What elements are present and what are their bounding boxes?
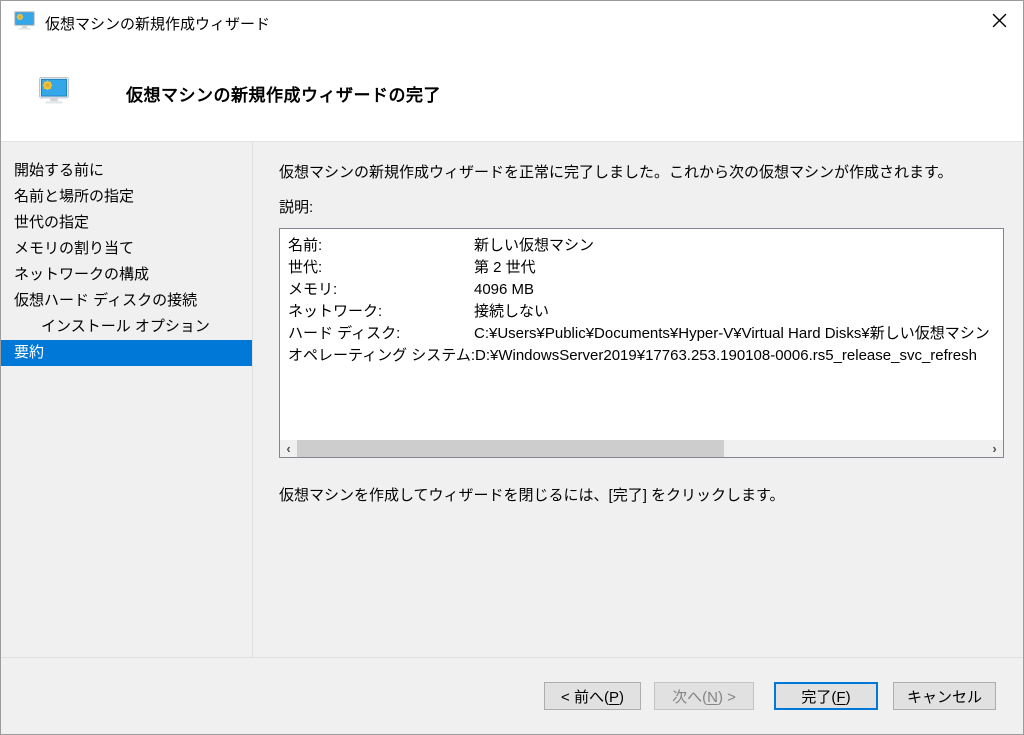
footer-button-bar: < 前へ(P) 次へ(N) > 完了(F) キャンセル	[1, 658, 1023, 734]
summary-value: 接続しない	[474, 303, 550, 320]
cancel-button[interactable]: キャンセル	[893, 682, 996, 710]
summary-row-hard-disk: ハード ディスク: C:¥Users¥Public¥Documents¥Hype…	[288, 323, 1003, 345]
summary-label: 名前:	[288, 237, 323, 254]
hyperv-monitor-icon	[14, 11, 35, 35]
summary-label: オペレーティング システム:	[288, 347, 475, 364]
previous-button[interactable]: < 前へ(P)	[544, 682, 641, 710]
completion-message: 仮想マシンの新規作成ウィザードを正常に完了しました。これから次の仮想マシンが作成…	[279, 164, 953, 181]
finish-button[interactable]: 完了(F)	[774, 682, 878, 710]
sidebar-item-summary[interactable]: 要約	[1, 340, 252, 366]
summary-row-generation: 世代: 第 2 世代	[288, 257, 1003, 279]
summary-value: 第 2 世代	[474, 259, 536, 276]
page-title: 仮想マシンの新規作成ウィザードの完了	[126, 85, 441, 105]
titlebar: 仮想マシンの新規作成ウィザード	[1, 1, 1023, 45]
summary-row-memory: メモリ: 4096 MB	[288, 279, 1003, 301]
close-icon	[992, 13, 1007, 31]
scroll-left-icon[interactable]: ‹	[280, 440, 297, 457]
summary-page: 仮想マシンの新規作成ウィザードを正常に完了しました。これから次の仮想マシンが作成…	[253, 142, 1023, 657]
description-label: 説明:	[279, 199, 314, 216]
hyperv-monitor-icon	[39, 77, 69, 109]
sidebar-item-networking[interactable]: ネットワークの構成	[1, 262, 252, 288]
scrollbar-thumb[interactable]	[297, 440, 725, 457]
horizontal-scrollbar[interactable]: ‹ ›	[280, 440, 1003, 457]
summary-rows: 名前: 新しい仮想マシン 世代: 第 2 世代 メモリ: 4096 MB ネット…	[280, 229, 1003, 367]
wizard-body: 開始する前に 名前と場所の指定 世代の指定 メモリの割り当て ネットワークの構成…	[1, 142, 1023, 657]
summary-description-box: 名前: 新しい仮想マシン 世代: 第 2 世代 メモリ: 4096 MB ネット…	[279, 228, 1004, 458]
summary-label: ネットワーク:	[288, 303, 383, 320]
scroll-right-icon[interactable]: ›	[986, 440, 1003, 457]
summary-value: C:¥Users¥Public¥Documents¥Hyper-V¥Virtua…	[474, 325, 990, 342]
summary-label: メモリ:	[288, 281, 338, 298]
wizard-window: 仮想マシンの新規作成ウィザード 仮想マシンの新規作成ウィザードの完了 開始する前…	[0, 0, 1024, 735]
summary-row-name: 名前: 新しい仮想マシン	[288, 235, 1003, 257]
summary-value: D:¥WindowsServer2019¥17763.253.190108-00…	[475, 347, 977, 364]
sidebar-item-virtual-hard-disk[interactable]: 仮想ハード ディスクの接続	[1, 288, 252, 314]
scrollbar-track[interactable]	[297, 440, 986, 457]
close-button[interactable]	[975, 1, 1023, 43]
wizard-header: 仮想マシンの新規作成ウィザードの完了	[1, 45, 1023, 142]
finish-instruction: 仮想マシンを作成してウィザードを閉じるには、[完了] をクリックします。	[279, 487, 785, 504]
summary-value: 新しい仮想マシン	[474, 237, 595, 254]
sidebar-item-name-location[interactable]: 名前と場所の指定	[1, 184, 252, 210]
sidebar-item-before-you-begin[interactable]: 開始する前に	[1, 158, 252, 184]
sidebar-item-generation[interactable]: 世代の指定	[1, 210, 252, 236]
sidebar-item-installation-options[interactable]: インストール オプション	[1, 314, 252, 340]
summary-row-operating-system: オペレーティング システム: D:¥WindowsServer2019¥1776…	[288, 345, 1003, 367]
sidebar-item-memory[interactable]: メモリの割り当て	[1, 236, 252, 262]
window-title: 仮想マシンの新規作成ウィザード	[45, 15, 271, 33]
wizard-steps-sidebar: 開始する前に 名前と場所の指定 世代の指定 メモリの割り当て ネットワークの構成…	[1, 142, 253, 657]
next-button: 次へ(N) >	[654, 682, 754, 710]
summary-label: 世代:	[288, 259, 323, 276]
summary-label: ハード ディスク:	[288, 325, 401, 342]
summary-value: 4096 MB	[474, 281, 535, 298]
summary-row-network: ネットワーク: 接続しない	[288, 301, 1003, 323]
